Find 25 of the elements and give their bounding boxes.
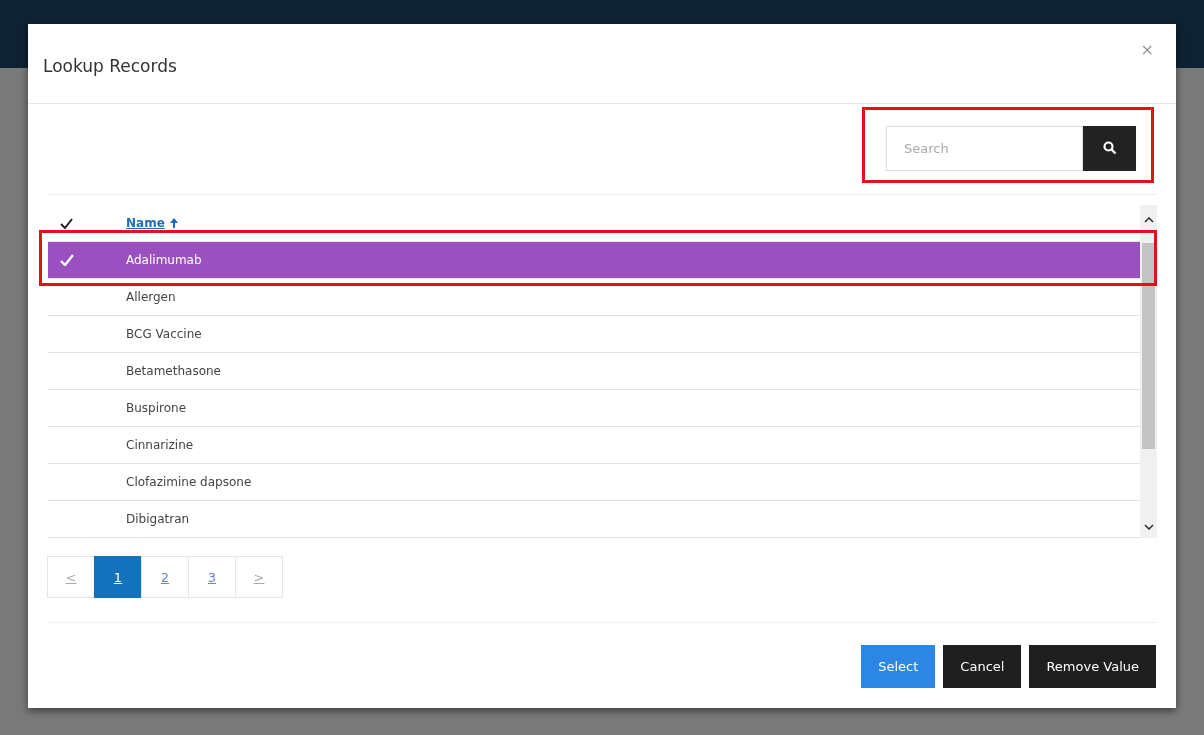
select-button[interactable]: Select [861, 645, 936, 688]
table-cell: Adalimumab [126, 253, 202, 267]
table-cell: Allergen [126, 290, 176, 304]
table-cell: Dibigatran [126, 512, 190, 526]
search-field[interactable]: Search [886, 125, 1083, 171]
page-button[interactable]: 2 [141, 556, 189, 598]
search-button[interactable] [1083, 125, 1136, 171]
table-cell: Betamethasone [126, 364, 221, 378]
page-button[interactable]: 1 [94, 556, 142, 598]
scroll-up-icon[interactable] [1143, 217, 1154, 223]
dialog-title: Lookup Records [43, 55, 177, 76]
search-icon [1102, 141, 1117, 155]
page-button[interactable]: 3 [188, 556, 236, 598]
scrollbar[interactable] [1140, 205, 1157, 538]
action-button[interactable]: Remove Value [1029, 645, 1156, 688]
table-cell: Buspirone [126, 401, 187, 415]
scroll-down-icon[interactable] [1143, 524, 1154, 530]
action-button[interactable]: Cancel [943, 645, 1022, 688]
table-cell: BCG Vaccine [126, 327, 202, 341]
table-cell: Cinnarizine [126, 438, 194, 452]
checkmark-icon [60, 254, 74, 266]
table-cell: Clofazimine dapsone [126, 475, 252, 489]
table-row[interactable]: Adalimumab [48, 242, 1140, 279]
checkmark-icon[interactable] [60, 217, 73, 229]
column-header[interactable]: Name [126, 216, 179, 230]
